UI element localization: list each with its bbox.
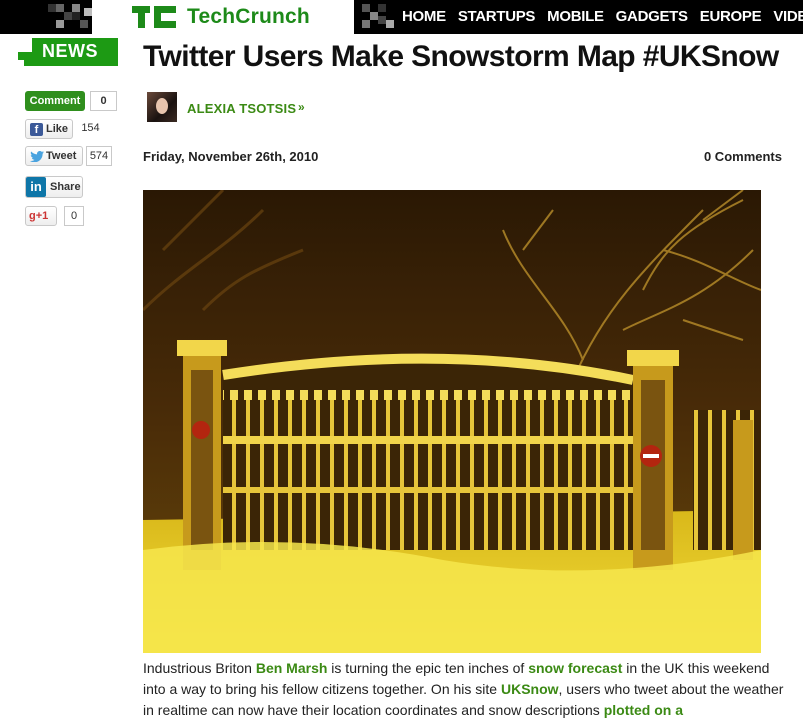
top-navigation-bar: TechCrunch HOME STARTUPS MOBILE GADGETS … <box>0 0 803 34</box>
comments-link[interactable]: 0 Comments <box>704 149 782 164</box>
inline-link[interactable]: snow forecast <box>528 660 622 676</box>
google-plus-icon: g <box>29 210 36 222</box>
comment-button[interactable]: Comment <box>25 91 85 111</box>
body-text-segment: is turning the epic ten inches of <box>327 660 529 676</box>
inline-link[interactable]: UKSnow <box>501 681 559 697</box>
twitter-bird-icon <box>30 151 44 162</box>
nav-startups[interactable]: STARTUPS <box>458 0 536 34</box>
pixel-decoration-left <box>48 0 92 34</box>
inline-link[interactable]: Ben Marsh <box>256 660 328 676</box>
tweet-count: 574 <box>86 146 112 166</box>
body-text-segment: Industrious Briton <box>143 660 256 676</box>
facebook-like-button[interactable]: f Like <box>25 119 73 139</box>
nav-home[interactable]: HOME <box>402 0 446 34</box>
tweet-button[interactable]: Tweet <box>25 146 83 166</box>
chevron-down-icon[interactable]: » <box>298 100 305 114</box>
side-pillar <box>733 420 753 560</box>
main-nav: HOME STARTUPS MOBILE GADGETS EUROPE VIDE <box>402 0 803 34</box>
nav-gadgets[interactable]: GADGETS <box>616 0 688 34</box>
google-plus-label: +1 <box>35 210 49 222</box>
nav-mobile[interactable]: MOBILE <box>547 0 604 34</box>
author-avatar[interactable] <box>147 92 177 122</box>
facebook-icon: f <box>30 123 43 136</box>
nav-video[interactable]: VIDE <box>773 0 803 34</box>
tweet-label: Tweet <box>46 150 77 162</box>
gate-pillar-cap-right <box>627 350 679 366</box>
article-date: Friday, November 26th, 2010 <box>143 149 319 164</box>
section-tag-pixel <box>24 60 32 66</box>
linkedin-icon: in <box>26 177 46 197</box>
google-plus-button[interactable]: g+1 <box>25 206 57 226</box>
google-plus-count: 0 <box>64 206 84 226</box>
brand-name: TechCrunch <box>187 5 310 28</box>
techcrunch-logo[interactable]: TechCrunch <box>92 0 354 34</box>
section-tag-label: NEWS <box>42 41 98 61</box>
section-tag[interactable]: NEWS <box>18 38 118 68</box>
article-body: Industrious Briton Ben Marsh is turning … <box>143 658 793 721</box>
section-tag-pixel <box>18 52 36 60</box>
author-name[interactable]: ALEXIA TSOTSIS <box>187 101 296 116</box>
linkedin-share-button[interactable]: in Share <box>25 176 83 198</box>
facebook-like-label: Like <box>46 123 69 135</box>
pixel-decoration-right <box>356 0 400 34</box>
gate-pillar-left-inner <box>191 370 213 550</box>
author-avatar-face <box>156 98 168 114</box>
article-image <box>143 190 761 653</box>
article-title: Twitter Users Make Snowstorm Map #UKSnow <box>143 40 779 73</box>
inline-link[interactable]: plotted on a <box>604 702 683 718</box>
comment-count: 0 <box>90 91 117 111</box>
no-entry-sign-left <box>192 421 210 439</box>
nav-europe[interactable]: EUROPE <box>700 0 762 34</box>
no-entry-sign-bar <box>643 454 659 458</box>
techcrunch-logo-icon <box>132 6 176 28</box>
linkedin-share-label: Share <box>50 181 81 193</box>
facebook-like-count: 154 <box>76 119 105 139</box>
gate-rails <box>223 390 633 550</box>
gate-pillar-cap-left <box>177 340 227 356</box>
